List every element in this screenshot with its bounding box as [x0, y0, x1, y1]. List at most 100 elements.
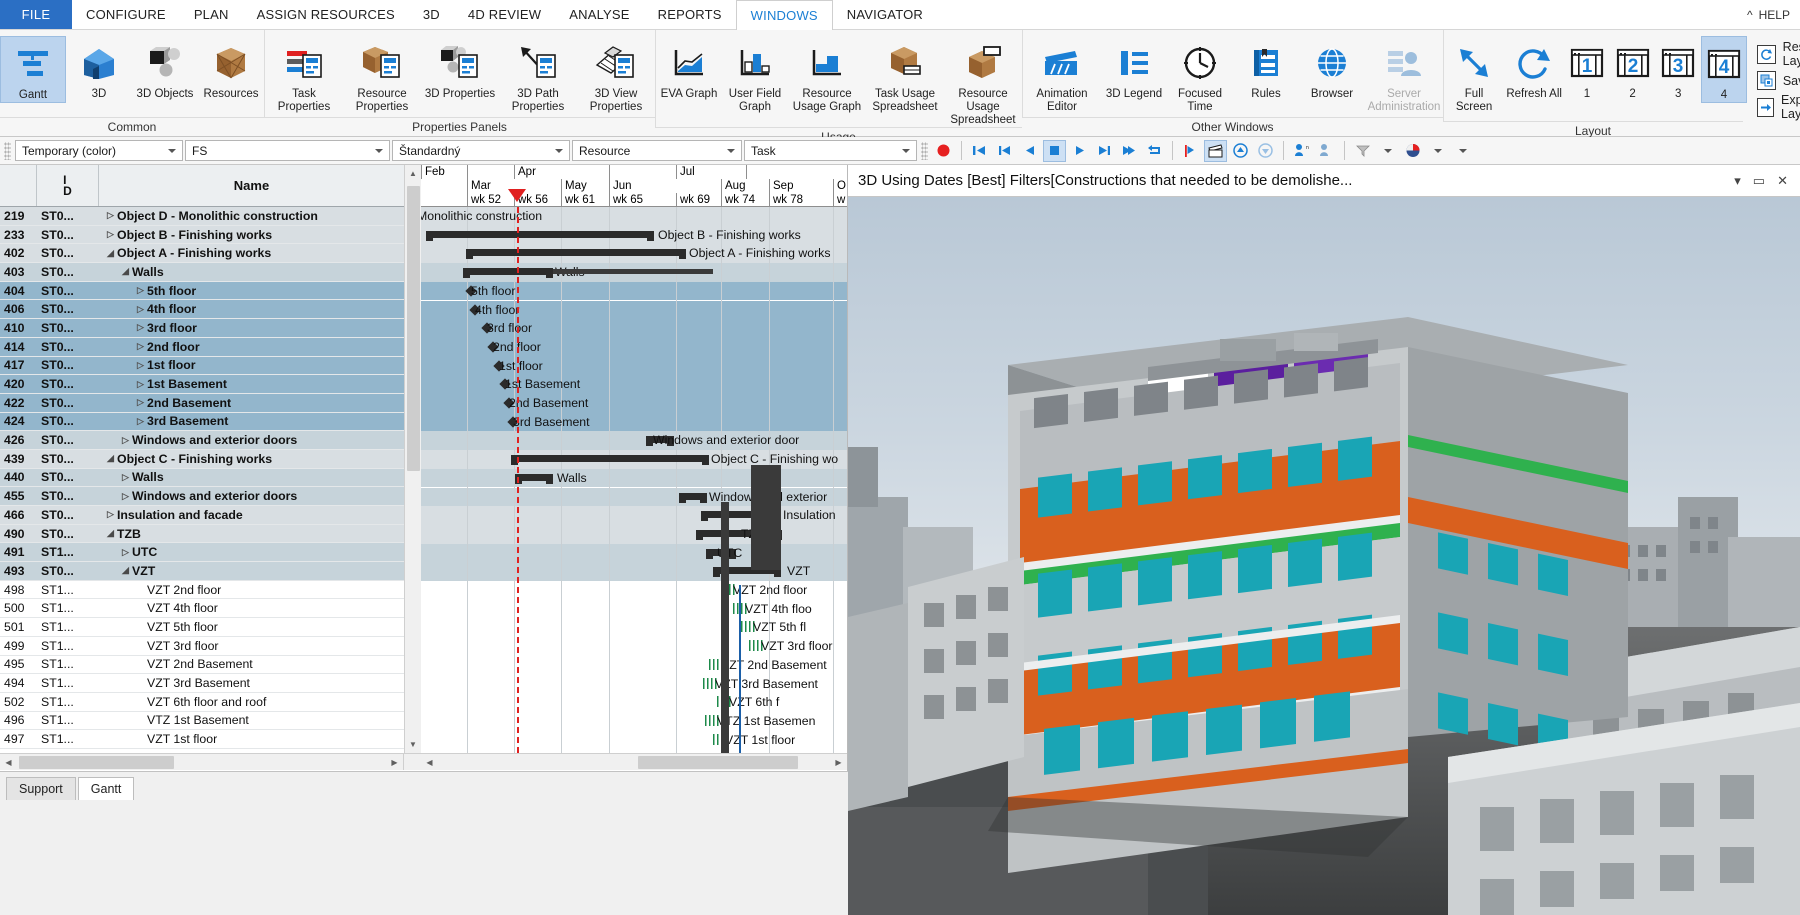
- table-row[interactable]: 455ST0...▷Windows and exterior doors: [0, 487, 404, 506]
- scroll-thumb[interactable]: [638, 756, 798, 769]
- timeline-horizontal-scrollbar[interactable]: ◀ ▶: [421, 753, 847, 770]
- gantt-summary-bar[interactable]: [511, 455, 709, 462]
- scroll-up-arrow-icon[interactable]: ▲: [405, 165, 422, 182]
- reset-layout-button[interactable]: Reset Layout: [1757, 40, 1800, 68]
- menu-item-configure[interactable]: CONFIGURE: [72, 0, 180, 29]
- table-row[interactable]: 500ST1...VZT 4th floor: [0, 599, 404, 618]
- table-row[interactable]: 410ST0...▷3rd floor: [0, 319, 404, 338]
- ribbon-button-layout-1[interactable]: 1 1: [1564, 36, 1610, 101]
- scroll-track[interactable]: [405, 182, 422, 736]
- scroll-left-arrow-icon[interactable]: ◀: [0, 754, 17, 771]
- stop-button[interactable]: [1043, 140, 1066, 162]
- tab-support[interactable]: Support: [6, 777, 76, 800]
- table-row[interactable]: 493ST0...◢VZT: [0, 562, 404, 581]
- chevron-down-icon[interactable]: ◢: [104, 528, 117, 539]
- chevron-right-icon[interactable]: ▷: [134, 360, 147, 371]
- table-row[interactable]: 404ST0...▷5th floor: [0, 282, 404, 301]
- ribbon-button-full-screen[interactable]: Full Screen: [1444, 36, 1504, 114]
- chevron-right-icon[interactable]: ▷: [134, 341, 147, 352]
- menu-item-assign-resources[interactable]: ASSIGN RESOURCES: [243, 0, 409, 29]
- chevron-right-icon[interactable]: ▷: [134, 379, 147, 390]
- chevron-right-icon[interactable]: ▷: [119, 491, 132, 502]
- ribbon-button-3d-properties[interactable]: 3D Properties: [421, 36, 499, 101]
- ribbon-button-eva-graph[interactable]: EVA Graph: [656, 36, 722, 101]
- resource-combo[interactable]: Resource: [572, 140, 742, 161]
- ribbon-button-3d-view-properties[interactable]: 3D View Properties: [577, 36, 655, 114]
- chevron-down-icon[interactable]: ◢: [119, 565, 132, 576]
- play-button[interactable]: [1068, 140, 1091, 162]
- toolbar-grip[interactable]: [4, 142, 11, 160]
- menu-item-windows[interactable]: WINDOWS: [736, 0, 833, 30]
- previous-button[interactable]: [993, 140, 1016, 162]
- go-to-end-button[interactable]: [1118, 140, 1141, 162]
- assign-resource-button[interactable]: n: [1290, 140, 1313, 162]
- table-row[interactable]: 491ST1...▷UTC: [0, 543, 404, 562]
- table-row[interactable]: 495ST1...VZT 2nd Basement: [0, 656, 404, 675]
- zoom-in-button[interactable]: [1229, 140, 1252, 162]
- table-row[interactable]: 497ST1...VZT 1st floor: [0, 730, 404, 749]
- scroll-down-arrow-icon[interactable]: ▼: [405, 736, 422, 753]
- menu-item-analyse[interactable]: ANALYSE: [555, 0, 643, 29]
- ribbon-button-resource-usage-spreadsheet[interactable]: Resource Usage Spreadsheet: [944, 36, 1022, 127]
- zoom-out-button[interactable]: [1254, 140, 1277, 162]
- ribbon-button-3d-path-properties[interactable]: 3D Path Properties: [499, 36, 577, 114]
- chevron-right-icon[interactable]: ▷: [119, 547, 132, 558]
- table-row[interactable]: 490ST0...◢TZB: [0, 525, 404, 544]
- today-marker[interactable]: [508, 189, 526, 202]
- chevron-up-icon[interactable]: ^: [1747, 8, 1753, 22]
- menu-item-navigator[interactable]: NAVIGATOR: [833, 0, 937, 29]
- table-row[interactable]: 402ST0...◢Object A - Finishing works: [0, 244, 404, 263]
- table-row[interactable]: 496ST1...VTZ 1st Basement: [0, 712, 404, 731]
- chevron-right-icon[interactable]: ▷: [134, 416, 147, 427]
- column-header-id[interactable]: ID: [36, 165, 98, 206]
- gantt-summary-bar[interactable]: [466, 249, 686, 256]
- scroll-left-arrow-icon[interactable]: ◀: [421, 754, 438, 771]
- color-caret[interactable]: [1426, 140, 1449, 162]
- ribbon-button-layout-3[interactable]: 3 3: [1655, 36, 1701, 101]
- scroll-track[interactable]: [17, 754, 386, 771]
- ribbon-button-gantt[interactable]: Gantt: [0, 36, 66, 103]
- export-layouts-button[interactable]: Export Layouts: [1757, 93, 1800, 121]
- scroll-right-arrow-icon[interactable]: ▶: [830, 754, 847, 771]
- animation-export-button[interactable]: [1204, 140, 1227, 162]
- table-row[interactable]: 420ST0...▷1st Basement: [0, 375, 404, 394]
- 3d-viewport[interactable]: [848, 197, 1800, 915]
- marker-button[interactable]: [1179, 140, 1202, 162]
- table-row[interactable]: 414ST0...▷2nd floor: [0, 338, 404, 357]
- gantt-summary-bar[interactable]: [463, 268, 553, 275]
- chevron-right-icon[interactable]: ▷: [134, 397, 147, 408]
- table-row[interactable]: 502ST1...VZT 6th floor and roof: [0, 693, 404, 712]
- table-vertical-scrollbar[interactable]: ▲ ▼: [404, 165, 421, 753]
- table-row[interactable]: 501ST1...VZT 5th floor: [0, 618, 404, 637]
- ribbon-button-3d[interactable]: 3D: [66, 36, 132, 101]
- table-row[interactable]: 494ST1...VZT 3rd Basement: [0, 674, 404, 693]
- ribbon-button-server-administration[interactable]: Server Administration: [1365, 36, 1443, 114]
- table-row[interactable]: 406ST0...▷4th floor: [0, 300, 404, 319]
- ribbon-button-3d-legend[interactable]: 3D Legend: [1101, 36, 1167, 101]
- panel-dropdown-button[interactable]: ▾: [1734, 173, 1741, 189]
- menu-item-plan[interactable]: PLAN: [180, 0, 243, 29]
- chevron-right-icon[interactable]: ▷: [104, 210, 117, 221]
- tab-gantt[interactable]: Gantt: [78, 777, 135, 800]
- ribbon-button-task-properties[interactable]: Task Properties: [265, 36, 343, 114]
- timeline-header[interactable]: FebAprJulMarMayJunAugSepOwk 52wk 56wk 61…: [421, 165, 847, 207]
- next-button[interactable]: [1093, 140, 1116, 162]
- chevron-right-icon[interactable]: ▷: [104, 509, 117, 520]
- scroll-right-arrow-icon[interactable]: ▶: [386, 754, 403, 771]
- ribbon-button-animation-editor[interactable]: Animation Editor: [1023, 36, 1101, 114]
- ribbon-button-resources[interactable]: Resources: [198, 36, 264, 101]
- go-to-start-button[interactable]: [968, 140, 991, 162]
- ribbon-button-resource-usage-graph[interactable]: Resource Usage Graph: [788, 36, 866, 114]
- task-combo[interactable]: Task: [744, 140, 917, 161]
- link-type-combo[interactable]: FS: [185, 140, 390, 161]
- scroll-track[interactable]: [438, 754, 830, 771]
- table-row[interactable]: 219ST0...▷Object D - Monolithic construc…: [0, 207, 404, 226]
- table-horizontal-scrollbar[interactable]: ◀ ▶: [0, 753, 404, 770]
- chevron-right-icon[interactable]: ▷: [134, 322, 147, 333]
- timeline-canvas[interactable]: Monolithic constructionObject B - Finish…: [421, 207, 847, 753]
- table-row[interactable]: 422ST0...▷2nd Basement: [0, 394, 404, 413]
- scroll-thumb[interactable]: [407, 186, 420, 471]
- table-row[interactable]: 440ST0...▷Walls: [0, 469, 404, 488]
- overflow-caret[interactable]: [1451, 140, 1474, 162]
- filter-caret[interactable]: [1376, 140, 1399, 162]
